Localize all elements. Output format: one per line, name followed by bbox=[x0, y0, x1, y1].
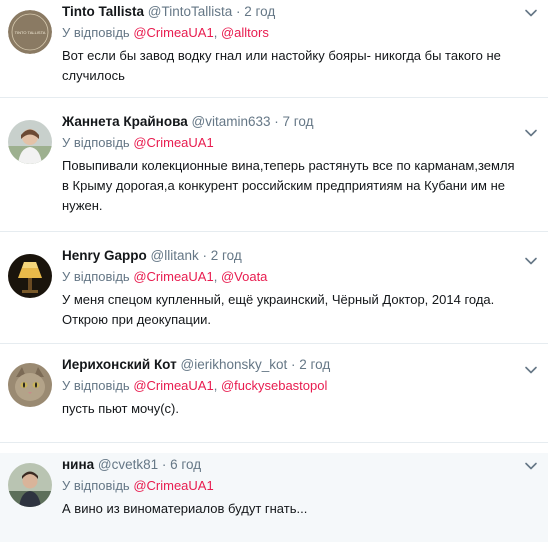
reply-prefix: У відповідь bbox=[62, 135, 130, 150]
avatar[interactable]: TINTO TALLISTA bbox=[8, 10, 52, 54]
author-name[interactable]: нина bbox=[62, 457, 94, 472]
avatar[interactable] bbox=[8, 463, 52, 507]
reply-to: У відповідь @CrimeaUA1 bbox=[62, 476, 518, 496]
mention-link[interactable]: @CrimeaUA1 bbox=[133, 269, 213, 284]
timestamp[interactable]: 2 год bbox=[211, 248, 242, 263]
avatar[interactable] bbox=[8, 120, 52, 164]
reply-to: У відповідь @CrimeaUA1, @Voata bbox=[62, 269, 268, 284]
avatar[interactable] bbox=[8, 254, 52, 298]
cat-icon bbox=[8, 363, 52, 407]
author-handle[interactable]: @TintoTallista bbox=[148, 4, 232, 19]
avatar-logo-text: TINTO TALLISTA bbox=[15, 30, 46, 35]
tweet-item[interactable]: Иерихонский Кот @ierikhonsky_kot · 2 год… bbox=[0, 353, 548, 443]
author-name[interactable]: Tinto Tallista bbox=[62, 4, 144, 19]
tweet-text: Вот если бы завод водку гнал или настойк… bbox=[62, 48, 501, 83]
author-handle[interactable]: @llitank bbox=[151, 248, 199, 263]
timestamp[interactable]: 6 год bbox=[170, 457, 201, 472]
mention-link[interactable]: @CrimeaUA1 bbox=[133, 378, 213, 393]
tweet-item[interactable]: нина @cvetk81 · 6 год У відповідь @Crime… bbox=[0, 453, 548, 542]
chevron-down-icon[interactable] bbox=[524, 363, 538, 377]
lamp-icon bbox=[8, 254, 52, 298]
tweet-item[interactable]: TINTO TALLISTA Tinto Tallista @TintoTall… bbox=[0, 0, 548, 98]
mention-link[interactable]: @CrimeaUA1 bbox=[133, 135, 213, 150]
tweet-text: У меня спецом купленный, ещё украинский,… bbox=[62, 292, 495, 327]
reply-prefix: У відповідь bbox=[62, 25, 130, 40]
reply-to: У відповідь @CrimeaUA1, @alltors bbox=[62, 25, 269, 40]
tweet-text: А вино из виноматериалов будут гнать... bbox=[62, 501, 308, 516]
tweet-item[interactable]: Henry Gappo @llitank · 2 год У відповідь… bbox=[0, 244, 548, 344]
timestamp[interactable]: 7 год bbox=[283, 114, 314, 129]
author-name[interactable]: Henry Gappo bbox=[62, 248, 147, 263]
author-handle[interactable]: @cvetk81 bbox=[98, 457, 158, 472]
author-handle[interactable]: @vitamin633 bbox=[191, 114, 270, 129]
tweet-text: пусть пьют мочу(с). bbox=[62, 401, 179, 416]
avatar[interactable] bbox=[8, 363, 52, 407]
tweet-feed: TINTO TALLISTA Tinto Tallista @TintoTall… bbox=[0, 0, 548, 542]
mention-link[interactable]: @fuckysebastopol bbox=[221, 378, 327, 393]
separator-dot: · bbox=[274, 114, 279, 129]
author-name[interactable]: Жаннета Крайнова bbox=[62, 114, 188, 129]
mention-link[interactable]: @CrimeaUA1 bbox=[133, 478, 213, 493]
chevron-down-icon[interactable] bbox=[524, 126, 538, 140]
mention-link[interactable]: @CrimeaUA1 bbox=[133, 25, 213, 40]
separator-dot: · bbox=[161, 457, 167, 472]
reply-to: У відповідь @CrimeaUA1, @fuckysebastopol bbox=[62, 378, 328, 393]
separator-dot: · bbox=[202, 248, 208, 263]
tweet-text: Повыпивали колекционные вина,теперь раст… bbox=[62, 158, 515, 213]
reply-to: У відповідь @CrimeaUA1 bbox=[62, 133, 518, 153]
timestamp[interactable]: 2 год bbox=[244, 4, 275, 19]
person-photo-icon bbox=[8, 120, 52, 164]
separator-dot: · bbox=[291, 357, 296, 372]
mention-link[interactable]: @Voata bbox=[221, 269, 267, 284]
separator-dot: · bbox=[236, 4, 241, 19]
chevron-down-icon[interactable] bbox=[524, 254, 538, 268]
reply-prefix: У відповідь bbox=[62, 478, 130, 493]
author-name[interactable]: Иерихонский Кот bbox=[62, 357, 177, 372]
timestamp[interactable]: 2 год bbox=[299, 357, 330, 372]
chevron-down-icon[interactable] bbox=[524, 6, 538, 20]
tweet-item[interactable]: Жаннета Крайнова @vitamin633 · 7 год У в… bbox=[0, 110, 548, 232]
mention-link[interactable]: @alltors bbox=[221, 25, 269, 40]
author-handle[interactable]: @ierikhonsky_kot bbox=[180, 357, 287, 372]
reply-prefix: У відповідь bbox=[62, 269, 130, 284]
reply-prefix: У відповідь bbox=[62, 378, 130, 393]
person-photo-icon bbox=[8, 463, 52, 507]
round-logo-icon: TINTO TALLISTA bbox=[8, 10, 52, 54]
chevron-down-icon[interactable] bbox=[524, 459, 538, 473]
